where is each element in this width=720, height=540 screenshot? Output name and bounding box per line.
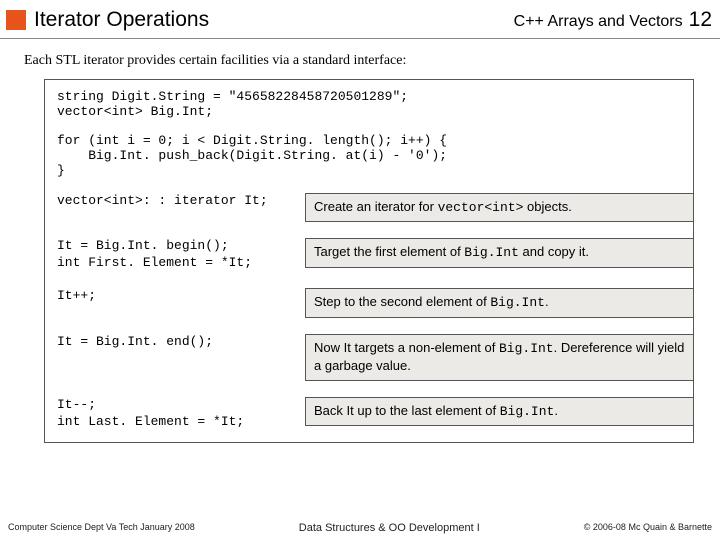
row-code: vector<int>: : iterator It; <box>57 193 305 210</box>
desc-text: Target the first element of <box>314 244 464 259</box>
slide-footer: Computer Science Dept Va Tech January 20… <box>0 522 720 534</box>
desc-mono: Big.Int <box>490 295 545 310</box>
footer-right: © 2006-08 Mc Quain & Barnette <box>584 522 712 534</box>
footer-left: Computer Science Dept Va Tech January 20… <box>8 522 195 534</box>
example-row: It = Big.Int. end(); Now It targets a no… <box>45 334 693 381</box>
row-description: Create an iterator for vector<int> objec… <box>305 193 693 223</box>
row-description: Back It up to the last element of Big.In… <box>305 397 693 427</box>
row-code: It = Big.Int. end(); <box>57 334 305 351</box>
desc-text: . <box>545 294 549 309</box>
slide-title: Iterator Operations <box>34 8 514 32</box>
row-code: It = Big.Int. begin(); int First. Elemen… <box>57 238 305 272</box>
desc-mono: vector<int> <box>438 200 524 215</box>
header-subtitle: C++ Arrays and Vectors <box>514 13 683 31</box>
code-loop: for (int i = 0; i < Digit.String. length… <box>45 134 693 193</box>
row-description: Target the first element of Big.Int and … <box>305 238 693 268</box>
row-code: It--; int Last. Element = *It; <box>57 397 305 431</box>
code-declarations: string Digit.String = "45658228458720501… <box>45 90 693 134</box>
desc-text: Step to the second element of <box>314 294 490 309</box>
page-number: 12 <box>689 8 712 32</box>
footer-center: Data Structures & OO Development I <box>299 522 480 534</box>
desc-text: objects. <box>523 199 571 214</box>
example-row: vector<int>: : iterator It; Create an it… <box>45 193 693 223</box>
example-row: It = Big.Int. begin(); int First. Elemen… <box>45 238 693 272</box>
desc-text: Now It targets a non-element of <box>314 340 499 355</box>
desc-text: Create an iterator for <box>314 199 438 214</box>
row-description: Step to the second element of Big.Int. <box>305 288 693 318</box>
header-right: C++ Arrays and Vectors 12 <box>514 8 720 32</box>
example-row: It--; int Last. Element = *It; Back It u… <box>45 397 693 431</box>
intro-text: Each STL iterator provides certain facil… <box>0 39 720 79</box>
row-code: It++; <box>57 288 305 305</box>
slide-header: Iterator Operations C++ Arrays and Vecto… <box>0 0 720 39</box>
code-box: string Digit.String = "45658228458720501… <box>44 79 694 443</box>
desc-mono: Big.Int <box>464 245 519 260</box>
accent-square <box>6 10 26 30</box>
desc-mono: Big.Int <box>499 341 554 356</box>
desc-mono: Big.Int <box>500 404 555 419</box>
desc-text: . <box>554 403 558 418</box>
desc-text: and copy it. <box>519 244 589 259</box>
row-description: Now It targets a non-element of Big.Int.… <box>305 334 693 381</box>
example-row: It++; Step to the second element of Big.… <box>45 288 693 318</box>
desc-text: Back It up to the last element of <box>314 403 500 418</box>
